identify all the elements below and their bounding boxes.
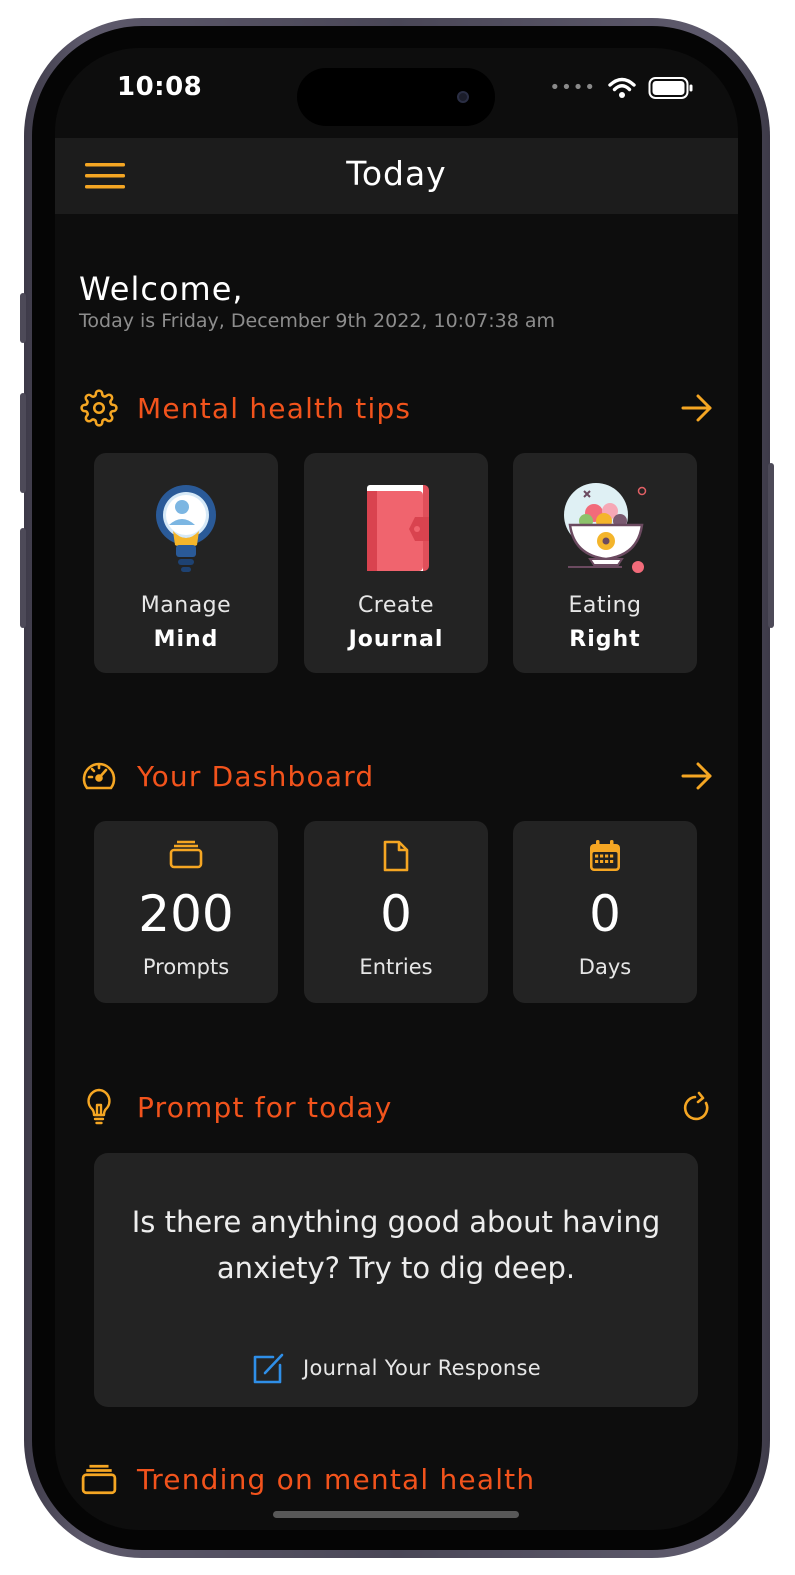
stat-label: Days [578,955,632,979]
tips-see-all-button[interactable] [679,390,715,426]
arrow-right-icon [681,762,712,790]
action-button [20,293,26,343]
prompt-section-header: Prompt for today [79,1085,715,1129]
edit-icon [253,1353,284,1384]
app-bar: Today [55,138,738,214]
page-title: Today [346,154,447,193]
file-icon [304,839,488,875]
status-time: 10:08 [117,72,203,102]
stat-card-days[interactable]: 0 Days [513,821,697,1003]
tip-card-manage-mind[interactable]: Manage Mind [94,453,278,673]
welcome-heading: Welcome, [79,270,244,308]
gear-icon [79,388,119,428]
stat-card-prompts[interactable]: 200 Prompts [94,821,278,1003]
tip-label-line2: Right [569,627,641,652]
stat-value: 0 [589,885,621,943]
status-indicators: •••• [550,76,694,100]
prompt-section-title: Prompt for today [137,1090,393,1124]
app-screen: 10:08 •••• Today Welcome, Today is Frida… [55,48,738,1530]
prompt-card: Is there anything good about having anxi… [94,1153,698,1407]
tips-section-title: Mental health tips [137,391,412,425]
stack-icon [94,839,278,875]
trending-section-header: Trending on mental health [79,1457,715,1501]
tips-section-header: Mental health tips [79,386,715,430]
dashboard-section-header: Your Dashboard [79,754,715,798]
home-indicator[interactable] [273,1511,519,1518]
prompt-text: Is there anything good about having anxi… [131,1205,661,1285]
refresh-prompt-button[interactable] [679,1089,715,1125]
volume-down-button [20,528,26,628]
refresh-icon [683,1091,709,1121]
journal-response-button[interactable]: Journal Your Response [94,1351,698,1385]
stat-label: Entries [359,955,433,979]
calendar-icon [513,839,697,875]
tip-label-line1: Eating [568,593,642,618]
volume-up-button [20,393,26,493]
stat-card-entries[interactable]: 0 Entries [304,821,488,1003]
battery-icon [648,77,693,99]
dynamic-island [297,68,495,126]
arrow-right-icon [681,394,712,422]
food-bowl-icon [513,481,697,577]
tip-label-line2: Journal [348,627,444,652]
stack-icon [79,1459,119,1499]
dashboard-section-title: Your Dashboard [137,759,375,793]
lightbulb-head-icon [94,481,278,577]
tip-label-line1: Manage [140,593,232,618]
stat-value: 0 [380,885,412,943]
stat-label: Prompts [142,955,230,979]
date-subtitle: Today is Friday, December 9th 2022, 10:0… [79,310,556,332]
trending-section-title: Trending on mental health [137,1462,536,1496]
tip-label-line1: Create [357,593,435,618]
lightbulb-icon [79,1087,119,1127]
tip-card-create-journal[interactable]: Create Journal [304,453,488,673]
stat-value: 200 [138,885,234,943]
camera-icon [457,91,469,103]
wifi-icon [608,77,636,98]
tip-label-line2: Mind [153,627,219,652]
journal-response-label: Journal Your Response [303,1356,541,1380]
speedometer-icon [79,756,119,796]
power-button [768,463,774,628]
journal-book-icon [304,481,488,577]
tip-card-eating-right[interactable]: Eating Right [513,453,697,673]
dashboard-see-all-button[interactable] [679,758,715,794]
signal-icon: •••• [549,77,596,98]
